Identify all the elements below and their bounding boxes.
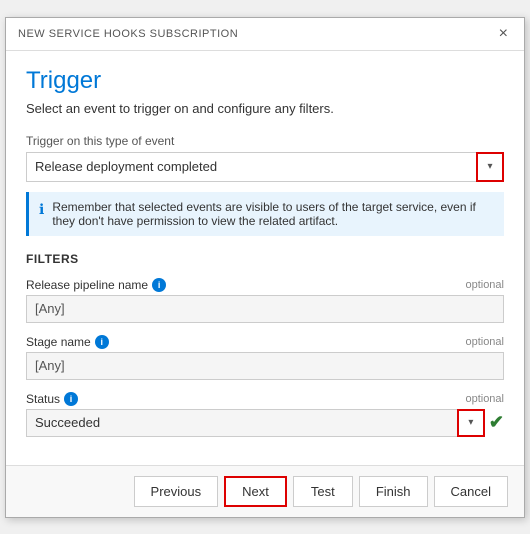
pipeline-filter-label: Release pipeline name i bbox=[26, 278, 166, 292]
page-subtitle: Select an event to trigger on and config… bbox=[26, 101, 504, 116]
trigger-select[interactable]: Release deployment completed bbox=[26, 152, 504, 182]
test-button[interactable]: Test bbox=[293, 476, 353, 507]
dialog-title: NEW SERVICE HOOKS SUBSCRIPTION bbox=[18, 28, 238, 40]
status-filter-label: Status i bbox=[26, 392, 78, 406]
dialog-footer: Previous Next Test Finish Cancel bbox=[6, 465, 524, 517]
status-check-icon: ✔ bbox=[489, 412, 504, 433]
filter-label-row-stage: Stage name i optional bbox=[26, 335, 504, 349]
page-title: Trigger bbox=[26, 67, 504, 95]
filter-row-status: Status i optional Succeeded Failed In Pr… bbox=[26, 392, 504, 437]
filter-row-stage: Stage name i optional bbox=[26, 335, 504, 380]
status-dropdown-button[interactable]: ▾ bbox=[457, 409, 485, 437]
close-button[interactable]: × bbox=[495, 26, 512, 42]
dialog-header: NEW SERVICE HOOKS SUBSCRIPTION × bbox=[6, 18, 524, 51]
status-select-wrapper: Succeeded Failed In Progress ▾ bbox=[26, 409, 485, 437]
trigger-select-wrapper: Release deployment completed ▾ bbox=[26, 152, 504, 182]
chevron-down-icon: ▾ bbox=[468, 417, 473, 428]
cancel-button[interactable]: Cancel bbox=[434, 476, 508, 507]
pipeline-optional-label: optional bbox=[465, 279, 504, 291]
finish-button[interactable]: Finish bbox=[359, 476, 428, 507]
info-box: ℹ Remember that selected events are visi… bbox=[26, 192, 504, 236]
dialog-body: Trigger Select an event to trigger on an… bbox=[6, 51, 524, 465]
status-info-icon[interactable]: i bbox=[64, 392, 78, 406]
status-optional-label: optional bbox=[465, 393, 504, 405]
pipeline-filter-input[interactable] bbox=[26, 295, 504, 323]
next-button[interactable]: Next bbox=[224, 476, 287, 507]
stage-optional-label: optional bbox=[465, 336, 504, 348]
filter-label-row-status: Status i optional bbox=[26, 392, 504, 406]
pipeline-info-icon[interactable]: i bbox=[152, 278, 166, 292]
previous-button[interactable]: Previous bbox=[134, 476, 219, 507]
filter-row-pipeline: Release pipeline name i optional bbox=[26, 278, 504, 323]
info-icon: ℹ bbox=[39, 201, 44, 228]
stage-filter-input[interactable] bbox=[26, 352, 504, 380]
filters-heading: FILTERS bbox=[26, 252, 504, 266]
trigger-field-label: Trigger on this type of event bbox=[26, 134, 504, 148]
dialog: NEW SERVICE HOOKS SUBSCRIPTION × Trigger… bbox=[5, 17, 525, 518]
info-text: Remember that selected events are visibl… bbox=[52, 200, 494, 228]
status-select[interactable]: Succeeded Failed In Progress bbox=[26, 409, 485, 437]
filter-label-row-pipeline: Release pipeline name i optional bbox=[26, 278, 504, 292]
stage-info-icon[interactable]: i bbox=[95, 335, 109, 349]
stage-filter-label: Stage name i bbox=[26, 335, 109, 349]
